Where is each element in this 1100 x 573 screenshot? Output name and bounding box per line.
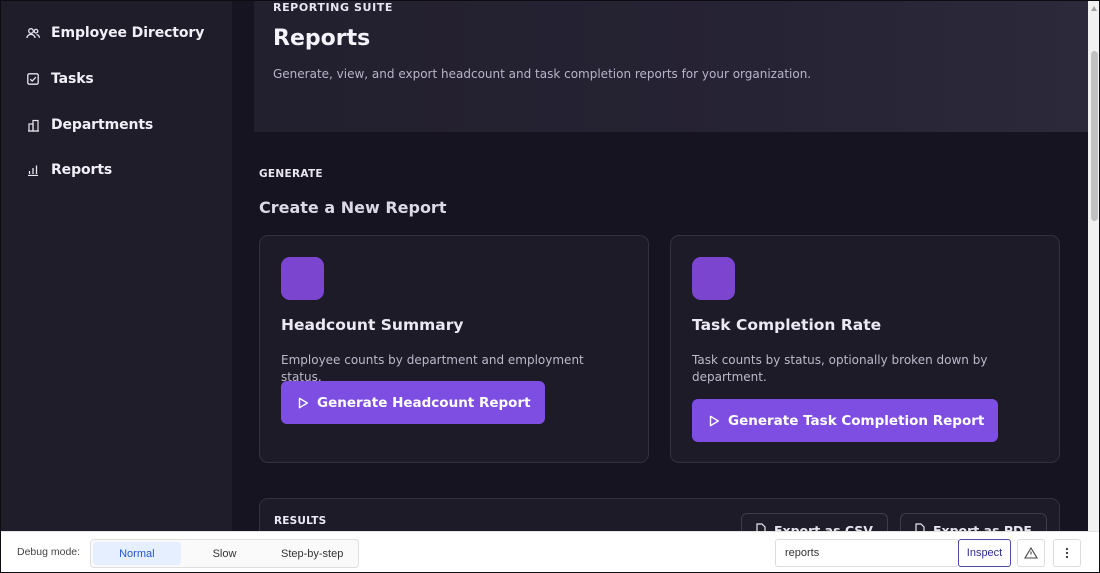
main-content: REPORTING SUITE Reports Generate, view, … <box>232 1 1088 531</box>
warning-icon <box>1024 544 1038 563</box>
users-icon <box>25 25 41 41</box>
export-csv-button[interactable]: Export as CSV <box>741 513 888 531</box>
debug-mode-slow[interactable]: Slow <box>181 542 269 565</box>
sidebar-item-label: Reports <box>51 162 113 178</box>
checkbox-icon <box>25 71 41 87</box>
generate-headcount-report-button[interactable]: Generate Headcount Report <box>281 381 545 424</box>
card-description: Task counts by status, optionally broken… <box>692 353 988 384</box>
sidebar-item-label: Employee Directory <box>51 25 205 41</box>
file-icon <box>915 522 925 531</box>
sidebar-item-reports[interactable]: Reports <box>25 158 112 182</box>
debug-mode-step-by-step[interactable]: Step-by-step <box>268 542 356 565</box>
report-icon-chip <box>692 257 735 300</box>
report-card-headcount: Headcount Summary Employee counts by dep… <box>259 235 649 463</box>
app-window: Employee Directory Tasks Departments Rep… <box>0 0 1100 573</box>
file-icon <box>756 522 766 531</box>
scrollbar-thumb[interactable] <box>1091 51 1098 221</box>
debug-mode-selector: Normal Slow Step-by-step <box>90 539 359 568</box>
page-title: Reports <box>273 26 371 51</box>
bar-chart-icon <box>25 162 41 178</box>
debug-toolbar: Debug mode: Normal Slow Step-by-step rep… <box>1 531 1099 572</box>
report-icon-chip <box>281 257 324 300</box>
kebab-menu-icon <box>1065 544 1069 563</box>
section-title: Create a New Report <box>259 198 447 217</box>
report-card-task-completion: Task Completion Rate Task counts by stat… <box>670 235 1060 463</box>
export-pdf-button[interactable]: Export as PDF <box>900 513 1047 531</box>
section-label: GENERATE <box>259 168 323 180</box>
debug-mode-label: Debug mode: <box>17 546 81 558</box>
card-title: Task Completion Rate <box>692 316 882 334</box>
building-icon <box>25 117 41 133</box>
button-label: Generate Task Completion Report <box>728 412 985 429</box>
results-label: RESULTS <box>274 515 327 527</box>
results-panel: RESULTS Export as CSV Export as PDF <box>259 498 1060 531</box>
button-label: Export as CSV <box>774 522 873 532</box>
play-icon <box>708 415 720 427</box>
button-label: Generate Headcount Report <box>317 394 531 411</box>
card-title: Headcount Summary <box>281 316 464 334</box>
sidebar-item-employee-directory[interactable]: Employee Directory <box>25 21 204 45</box>
debug-mode-normal[interactable]: Normal <box>93 542 181 565</box>
sidebar-item-tasks[interactable]: Tasks <box>25 67 94 91</box>
play-icon <box>297 397 309 409</box>
sidebar: Employee Directory Tasks Departments Rep… <box>1 1 232 531</box>
vertical-scrollbar[interactable] <box>1088 1 1099 531</box>
route-input[interactable]: reports <box>775 539 959 567</box>
scroll-up-arrow-icon[interactable] <box>1091 6 1097 11</box>
sidebar-item-label: Departments <box>51 117 154 133</box>
button-label: Export as PDF <box>933 522 1032 532</box>
sidebar-item-label: Tasks <box>51 71 94 87</box>
sidebar-item-departments[interactable]: Departments <box>25 113 153 137</box>
page-header: REPORTING SUITE Reports Generate, view, … <box>254 1 1088 132</box>
warning-button[interactable] <box>1017 539 1045 567</box>
page-description: Generate, view, and export headcount and… <box>273 67 812 81</box>
more-options-button[interactable] <box>1053 539 1081 567</box>
generate-task-completion-report-button[interactable]: Generate Task Completion Report <box>692 399 999 442</box>
inspect-button[interactable]: Inspect <box>958 539 1011 567</box>
page-eyebrow: REPORTING SUITE <box>273 1 393 14</box>
